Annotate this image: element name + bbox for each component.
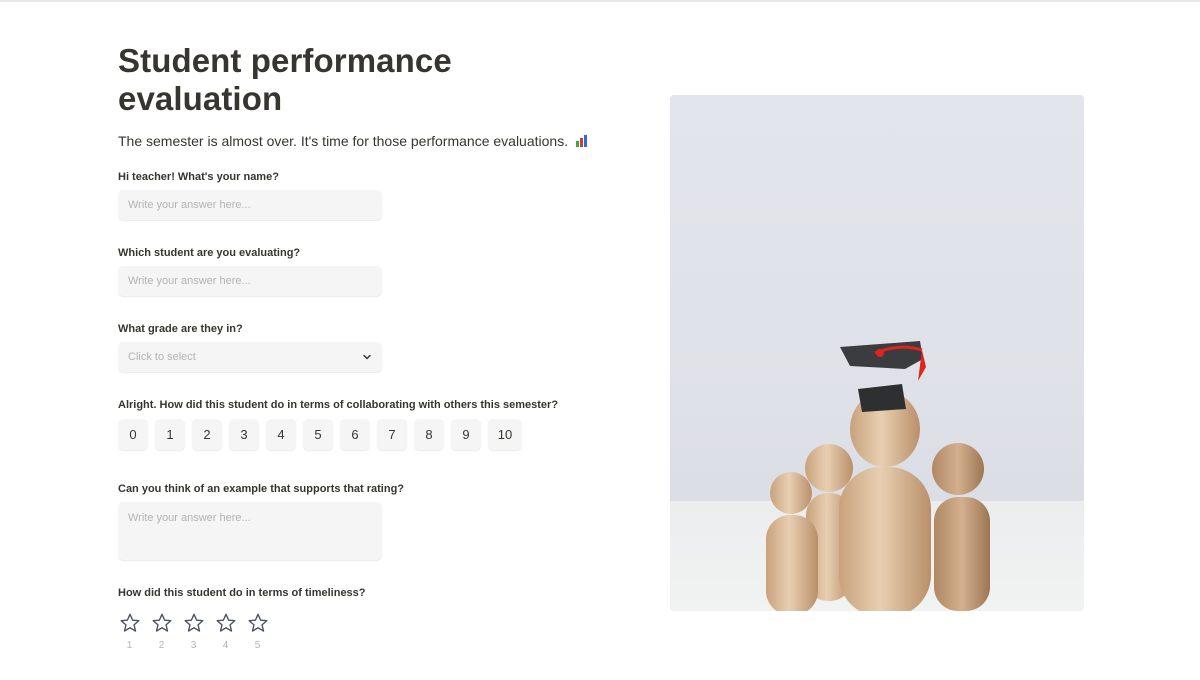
- scale-option[interactable]: 9: [451, 419, 481, 450]
- bar-chart-icon: [575, 135, 588, 147]
- grade-question-label: What grade are they in?: [118, 323, 243, 335]
- student-name-input[interactable]: [118, 266, 382, 296]
- scale-option[interactable]: 2: [192, 419, 222, 450]
- collaboration-scale: 0 1 2 3 4 5 6 7 8 9 10: [118, 419, 522, 450]
- star-option[interactable]: 1: [118, 612, 141, 651]
- example-textarea[interactable]: [118, 502, 382, 560]
- chevron-down-icon: [363, 354, 371, 360]
- star-number: 3: [190, 640, 197, 651]
- star-option[interactable]: 3: [182, 612, 205, 651]
- star-option[interactable]: 4: [214, 612, 237, 651]
- scale-option[interactable]: 3: [229, 419, 259, 450]
- graduation-cap: [840, 341, 926, 412]
- page-subtitle: The semester is almost over. It's time f…: [118, 132, 588, 150]
- star-icon: [184, 613, 203, 632]
- star-option[interactable]: 2: [150, 612, 173, 651]
- collaboration-question-label: Alright. How did this student do in term…: [118, 399, 559, 411]
- timeliness-question-label: How did this student do in terms of time…: [118, 587, 366, 599]
- teacher-name-input[interactable]: [118, 190, 382, 220]
- star-number: 4: [222, 640, 229, 651]
- star-option[interactable]: 5: [246, 612, 269, 651]
- star-icon: [248, 613, 267, 632]
- star-number: 2: [158, 640, 165, 651]
- star-icon: [152, 613, 171, 632]
- star-number: 1: [126, 640, 133, 651]
- scale-option[interactable]: 6: [340, 419, 370, 450]
- page-title: Student performance evaluation: [118, 42, 452, 117]
- scale-option[interactable]: 7: [377, 419, 407, 450]
- timeliness-star-rating: 1 2 3 4 5: [118, 612, 269, 651]
- star-icon: [120, 613, 139, 632]
- star-number: 5: [254, 640, 261, 651]
- figure-center: [839, 391, 931, 611]
- figure-right: [932, 443, 990, 611]
- figure-small-left: [766, 472, 818, 611]
- name-question-label: Hi teacher! What's your name?: [118, 171, 279, 183]
- scale-option[interactable]: 8: [414, 419, 444, 450]
- grade-select-placeholder: Click to select: [128, 351, 196, 363]
- student-question-label: Which student are you evaluating?: [118, 247, 301, 259]
- scale-option[interactable]: 4: [266, 419, 296, 450]
- scale-option[interactable]: 1: [155, 419, 185, 450]
- grade-select[interactable]: Click to select: [118, 342, 382, 372]
- scale-option[interactable]: 0: [118, 419, 148, 450]
- cover-photo: [670, 95, 1084, 611]
- scale-option[interactable]: 10: [488, 419, 522, 450]
- scale-option[interactable]: 5: [303, 419, 333, 450]
- form-header: Student performance evaluation The semes…: [118, 42, 588, 150]
- star-icon: [216, 613, 235, 632]
- subtitle-text: The semester is almost over. It's time f…: [118, 133, 569, 149]
- wooden-figures-illustration: [766, 341, 990, 611]
- example-question-label: Can you think of an example that support…: [118, 483, 405, 495]
